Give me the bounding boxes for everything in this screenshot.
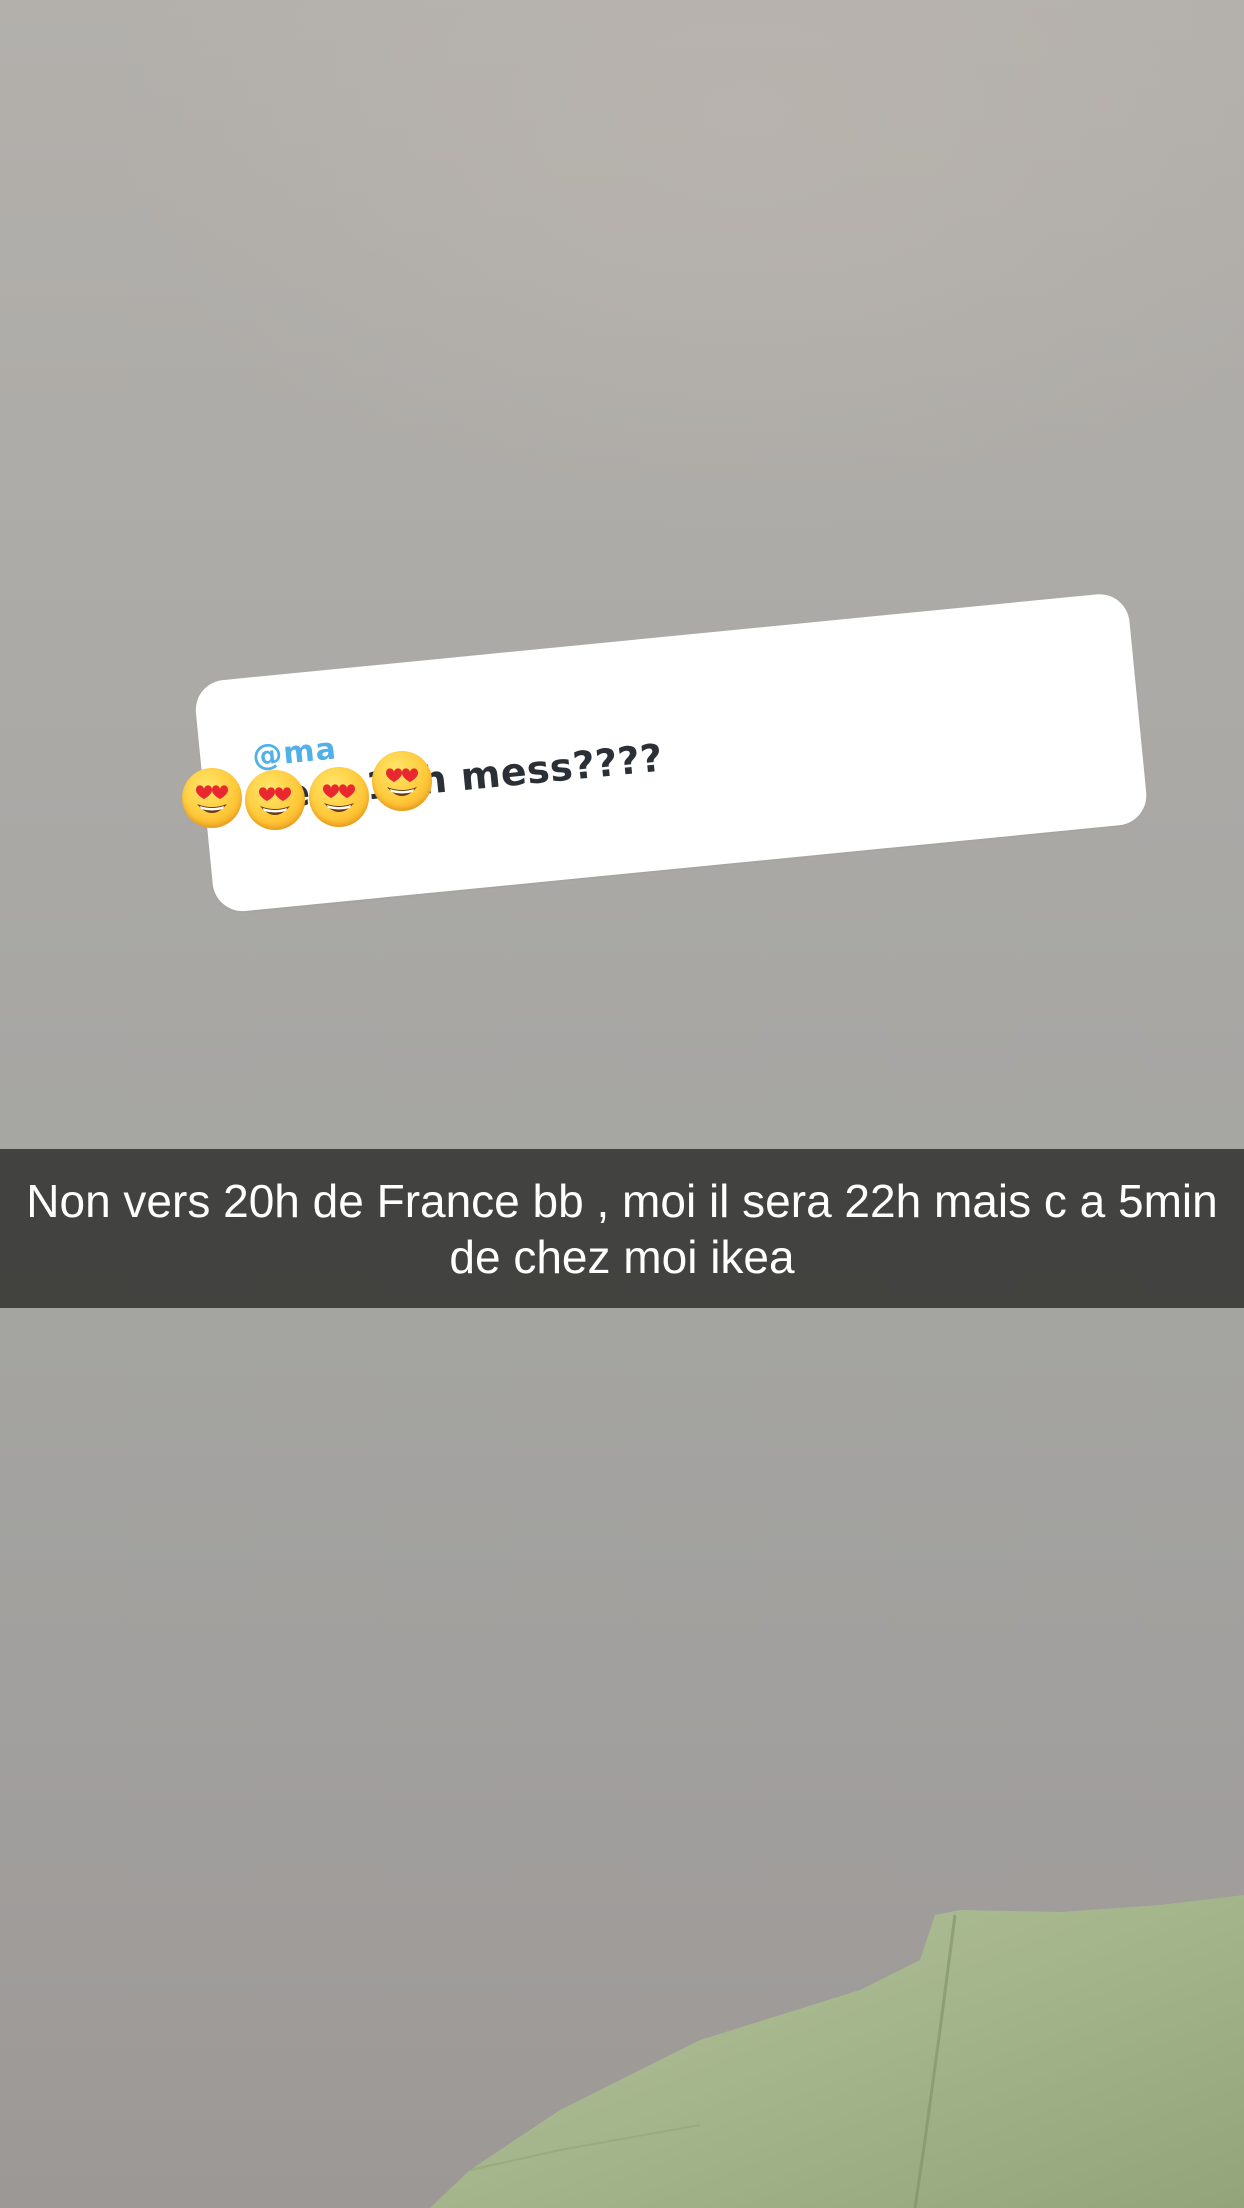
green-fabric-photo-detail [430, 1895, 1244, 2208]
heart-eyes-emoji-icon [372, 751, 432, 811]
heart-eyes-emoji-icon [182, 768, 242, 828]
story-caption-bar[interactable]: Non vers 20h de France bb , moi il sera … [0, 1149, 1244, 1308]
story-caption-text: Non vers 20h de France bb , moi il sera … [26, 1174, 1218, 1283]
heart-eyes-emoji-icon [309, 767, 369, 827]
heart-eyes-emoji-icon [245, 770, 305, 830]
